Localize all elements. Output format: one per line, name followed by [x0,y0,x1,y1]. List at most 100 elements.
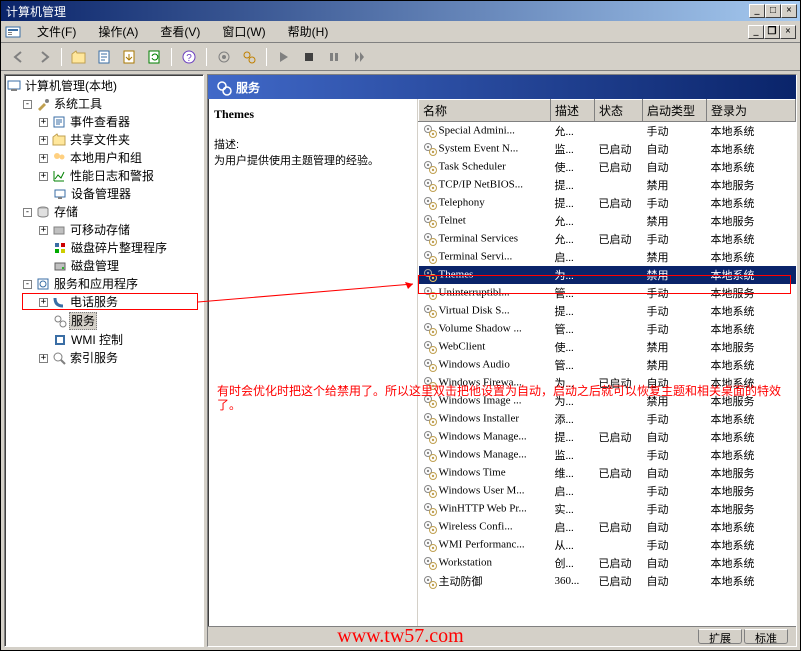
svc-status [595,266,643,284]
service-row[interactable]: Terminal Services允...已启动手动本地系统 [419,230,796,248]
svc-startup: 手动 [643,194,707,212]
menu-view[interactable]: 查看(V) [154,21,206,42]
service-row[interactable]: WebClient使...禁用本地服务 [419,338,796,356]
watermark: www.tw57.com [337,625,463,648]
maximize-button[interactable]: □ [765,4,781,18]
mdi-minimize-button[interactable]: _ [748,25,764,39]
service-row[interactable]: Windows Firewa...为...已启动自动本地系统 [419,374,796,392]
service-row[interactable]: 主动防御360...已启动自动本地系统 [419,572,796,590]
tree-root[interactable]: 计算机管理(本地) [7,77,201,95]
tree-pane[interactable]: 计算机管理(本地) -系统工具 +事件查看器 +共享文件夹 +本地用户和组 +性… [4,74,204,647]
col-desc[interactable]: 描述 [551,100,595,122]
gear2-icon[interactable] [239,47,259,67]
menu-help[interactable]: 帮助(H) [282,21,335,42]
tree-services[interactable]: 服务 [39,311,201,331]
tree-wmi[interactable]: WMI 控制 [39,331,201,349]
refresh-button[interactable] [144,47,164,67]
desc-label: 描述: [214,136,411,152]
tree-indexing[interactable]: +索引服务 [39,349,201,367]
svc-startup: 手动 [643,500,707,518]
service-row[interactable]: Virtual Disk S...提...手动本地系统 [419,302,796,320]
service-row[interactable]: Task Scheduler使...已启动自动本地系统 [419,158,796,176]
play-button[interactable] [274,47,294,67]
tree-shared-folders[interactable]: +共享文件夹 [39,131,201,149]
service-row[interactable]: Telephony提...已启动手动本地系统 [419,194,796,212]
forward-button[interactable] [34,47,54,67]
svc-logon: 本地系统 [707,194,796,212]
svc-logon: 本地服务 [707,284,796,302]
service-row[interactable]: Windows Time维...已启动自动本地服务 [419,464,796,482]
gear-icon [423,286,437,300]
service-row[interactable]: Telnet允...禁用本地服务 [419,212,796,230]
col-name[interactable]: 名称 [419,100,551,122]
tree-sys-tools[interactable]: -系统工具 [23,95,201,113]
service-row[interactable]: Special Admini...允...手动本地系统 [419,122,796,141]
export-button[interactable] [119,47,139,67]
menu-file[interactable]: 文件(F) [31,21,82,42]
service-row[interactable]: Windows Image ...为...禁用本地服务 [419,392,796,410]
tree-disk-mgr[interactable]: 磁盘管理 [39,257,201,275]
tree-event-viewer[interactable]: +事件查看器 [39,113,201,131]
service-row[interactable]: System Event N...监...已启动自动本地系统 [419,140,796,158]
close-button[interactable]: × [781,4,797,18]
tree-perf-logs[interactable]: +性能日志和警报 [39,167,201,185]
tab-standard[interactable]: 标准 [744,629,788,644]
back-button[interactable] [9,47,29,67]
col-startup[interactable]: 启动类型 [643,100,707,122]
svc-logon: 本地系统 [707,266,796,284]
menu-action[interactable]: 操作(A) [92,21,144,42]
restart-button[interactable] [349,47,369,67]
mdi-close-button[interactable]: × [780,25,796,39]
service-row[interactable]: Wireless Confi...启...已启动自动本地系统 [419,518,796,536]
help-icon[interactable]: ? [179,47,199,67]
svc-startup: 手动 [643,482,707,500]
svc-startup: 自动 [643,518,707,536]
service-row[interactable]: Volume Shadow ...管...手动本地系统 [419,320,796,338]
service-row[interactable]: Windows Manage...监...手动本地系统 [419,446,796,464]
tab-extended[interactable]: 扩展 [698,629,742,644]
service-list[interactable]: 名称 描述 状态 启动类型 登录为 Special Admini...允...手… [418,99,796,626]
svc-status: 已启动 [595,194,643,212]
service-row[interactable]: WMI Performanc...从...手动本地系统 [419,536,796,554]
properties-button[interactable] [94,47,114,67]
svc-desc: 维... [551,464,595,482]
gear-icon[interactable] [214,47,234,67]
svc-desc: 使... [551,158,595,176]
mdi-restore-button[interactable]: ❐ [764,25,780,39]
col-status[interactable]: 状态 [595,100,643,122]
pause-button[interactable] [324,47,344,67]
tree-local-users[interactable]: +本地用户和组 [39,149,201,167]
service-row[interactable]: Windows Audio管...禁用本地系统 [419,356,796,374]
service-row[interactable]: Terminal Servi...启...禁用本地系统 [419,248,796,266]
tree-defrag[interactable]: 磁盘碎片整理程序 [39,239,201,257]
tool-bar: ? [1,43,800,71]
service-row[interactable]: Themes为...禁用本地系统 [419,266,796,284]
col-logon[interactable]: 登录为 [707,100,796,122]
tree-device-mgr[interactable]: 设备管理器 [39,185,201,203]
svc-startup: 手动 [643,320,707,338]
tree-storage[interactable]: -存储 [23,203,201,221]
svc-desc: 允... [551,230,595,248]
svc-desc: 允... [551,122,595,141]
up-button[interactable] [69,47,89,67]
tree-svc-apps[interactable]: -服务和应用程序 [23,275,201,293]
svc-name: Windows Manage... [439,449,527,461]
svc-name: Themes [439,269,474,281]
service-row[interactable]: WinHTTP Web Pr...实...手动本地服务 [419,500,796,518]
stop-button[interactable] [299,47,319,67]
service-row[interactable]: Workstation创...已启动自动本地系统 [419,554,796,572]
tree-removable[interactable]: +可移动存储 [39,221,201,239]
svc-status [595,320,643,338]
svc-logon: 本地系统 [707,518,796,536]
gear-icon [423,430,437,444]
service-row[interactable]: Windows User M...启...手动本地服务 [419,482,796,500]
service-row[interactable]: TCP/IP NetBIOS...提...禁用本地服务 [419,176,796,194]
svc-startup: 自动 [643,464,707,482]
tree-telephony[interactable]: +电话服务 [39,293,201,311]
svc-name: Volume Shadow ... [439,323,522,335]
service-row[interactable]: Uninterruptibl...管...手动本地服务 [419,284,796,302]
service-row[interactable]: Windows Manage...提...已启动自动本地系统 [419,428,796,446]
menu-window[interactable]: 窗口(W) [216,21,271,42]
service-row[interactable]: Windows Installer添...手动本地系统 [419,410,796,428]
minimize-button[interactable]: _ [749,4,765,18]
